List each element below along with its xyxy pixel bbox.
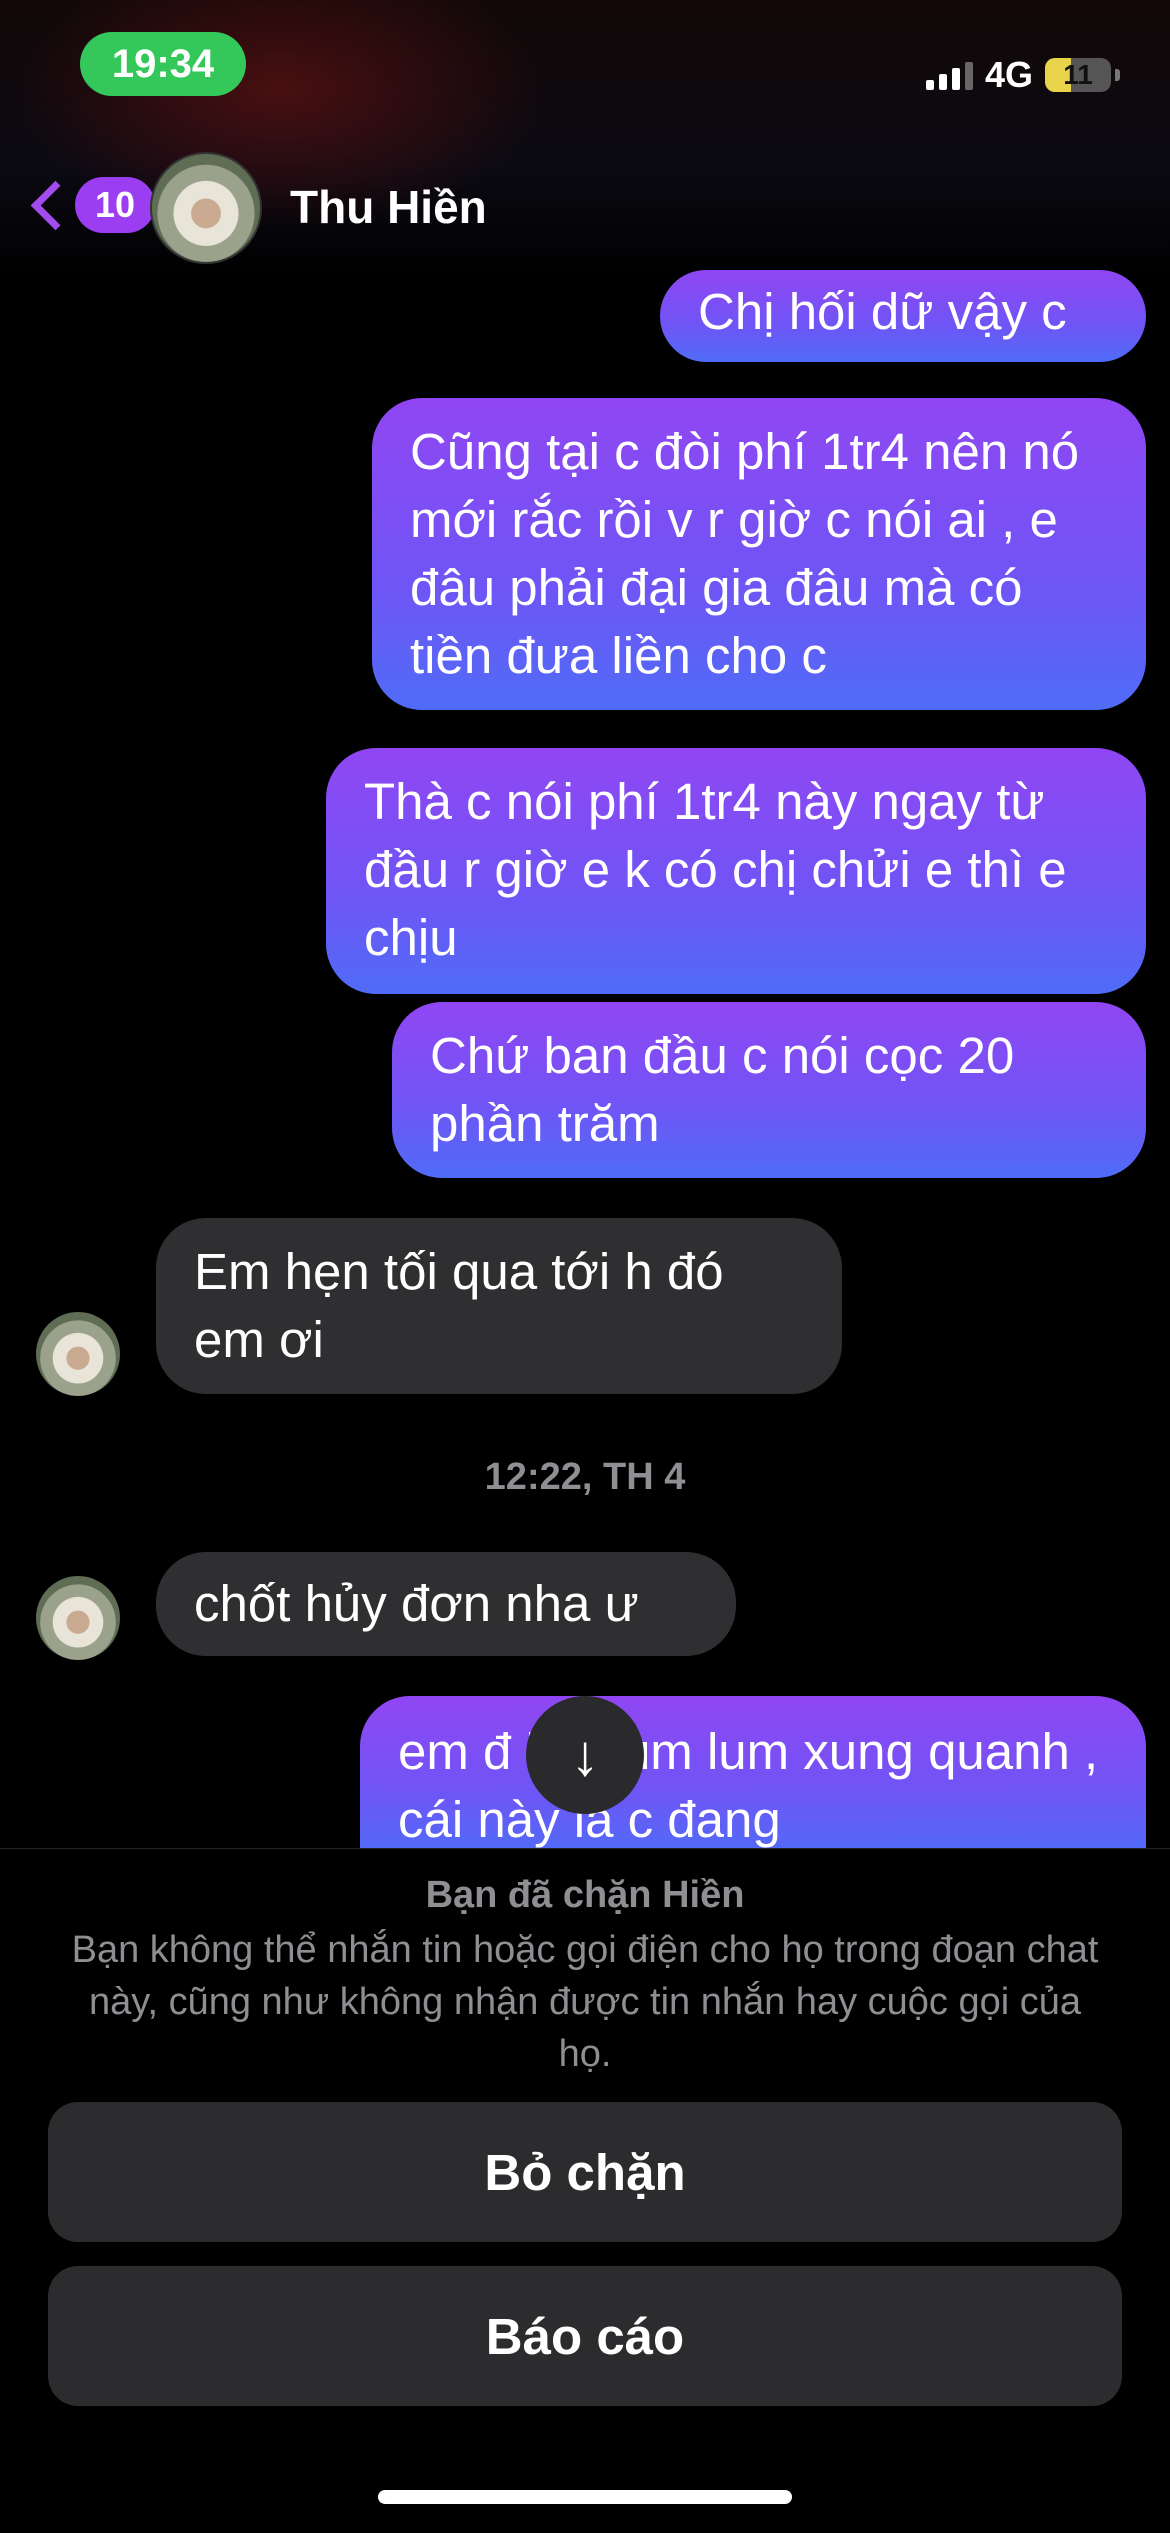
back-button[interactable]: 10: [24, 172, 155, 238]
message-bubble-outgoing[interactable]: Chị hối dữ vậy c: [660, 270, 1146, 362]
home-indicator[interactable]: [378, 2490, 792, 2504]
status-indicators: 4G 11: [925, 50, 1120, 100]
scroll-to-bottom-button[interactable]: ↓: [526, 1696, 644, 1814]
message-bubble-outgoing[interactable]: Cũng tại c đòi phí 1tr4 nên nó mới rắc r…: [372, 398, 1146, 710]
network-type: 4G: [984, 54, 1033, 95]
unblock-button[interactable]: Bỏ chặn: [48, 2102, 1122, 2242]
battery-icon: 11: [1045, 58, 1111, 92]
battery-cap: [1115, 69, 1120, 81]
arrow-down-icon: ↓: [570, 1722, 600, 1788]
contact-name[interactable]: Thu Hiền: [290, 180, 487, 234]
contact-avatar[interactable]: [150, 152, 262, 264]
unread-count-badge: 10: [75, 177, 155, 233]
blocked-title: Bạn đã chặn Hiền: [425, 1874, 745, 1916]
message-bubble-incoming[interactable]: Em hẹn tối qua tới h đó em ơi: [156, 1218, 842, 1394]
report-button[interactable]: Báo cáo: [48, 2266, 1122, 2406]
message-bubble-outgoing[interactable]: em đ hỏi tùm lum xung quanh , cái này là…: [360, 1696, 1146, 1856]
status-time: 19:34: [80, 32, 246, 96]
sender-avatar[interactable]: [36, 1312, 120, 1396]
chevron-left-icon: [30, 180, 81, 230]
message-bubble-incoming[interactable]: chốt hủy đơn nha ư: [156, 1552, 736, 1656]
battery-level: 11: [1063, 59, 1093, 90]
sender-avatar[interactable]: [36, 1576, 120, 1660]
cellular-signal-icon: [925, 60, 973, 90]
blocked-description: Bạn không thể nhắn tin hoặc gọi điện cho…: [71, 1929, 1099, 2075]
message-bubble-outgoing[interactable]: Thà c nói phí 1tr4 này ngay từ đầu r giờ…: [326, 748, 1146, 994]
message-timestamp: 12:22, TH 4: [484, 1456, 686, 1498]
message-bubble-outgoing[interactable]: Chứ ban đầu c nói cọc 20 phần trăm: [392, 1002, 1146, 1178]
